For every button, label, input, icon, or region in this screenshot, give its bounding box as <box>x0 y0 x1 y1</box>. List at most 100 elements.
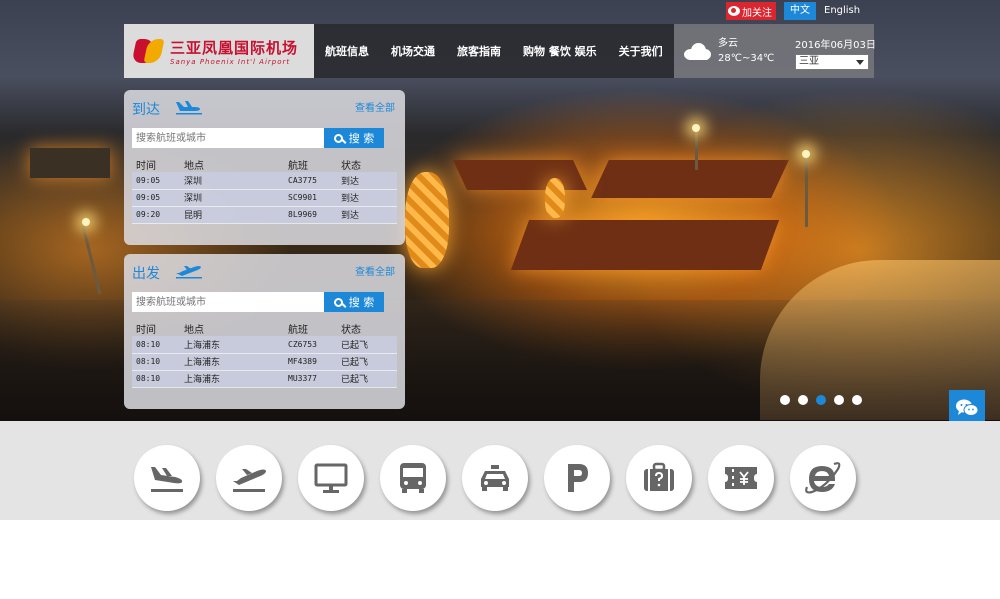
main-nav: 航班信息 机场交通 旅客指南 购物 餐饮 娱乐 关于我们 <box>314 24 674 78</box>
departures-search-button[interactable]: 搜 索 <box>324 292 384 312</box>
airport-name-en: Sanya Phoenix Int'l Airport <box>170 57 291 66</box>
carousel-dot[interactable] <box>780 395 790 405</box>
services-band <box>0 421 1000 520</box>
column-header-place: 地点 <box>184 160 204 172</box>
departures-table: 时间 地点 航班 状态 08:10 上海浦东 CZ6753 已起飞 08:10 … <box>132 320 397 388</box>
departures-search: 搜 索 <box>132 292 397 312</box>
chevron-down-icon <box>856 60 864 65</box>
column-header-place: 地点 <box>184 324 204 336</box>
flight-number: CA3775 <box>288 175 317 185</box>
arrivals-search-button[interactable]: 搜 索 <box>324 128 384 148</box>
service-taxi-button[interactable] <box>462 445 528 511</box>
flight-time: 09:20 <box>136 210 161 219</box>
hero-lamp <box>82 218 90 226</box>
arrivals-title: 到达 <box>132 102 160 118</box>
service-bus-button[interactable] <box>380 445 446 511</box>
flight-time: 09:05 <box>136 175 161 185</box>
language-chinese-link[interactable]: 中文 <box>784 2 816 20</box>
service-ticket-button[interactable] <box>708 445 774 511</box>
carousel-dot-active[interactable] <box>816 395 826 405</box>
departure-plane-icon <box>176 266 202 279</box>
service-luggage-button[interactable] <box>626 445 692 511</box>
city-select[interactable]: 三亚 <box>795 54 869 70</box>
table-row[interactable]: 08:10 上海浦东 MU3377 已起飞 <box>132 370 397 387</box>
airport-logo[interactable]: 三亚凤凰国际机场 Sanya Phoenix Int'l Airport <box>124 24 314 78</box>
nav-item-transport[interactable]: 机场交通 <box>380 43 446 59</box>
monitor-icon <box>314 463 348 493</box>
weather-temperature: 28℃~34℃ <box>718 53 775 64</box>
table-row[interactable]: 08:10 上海浦东 CZ6753 已起飞 <box>132 336 397 353</box>
arrivals-view-all-link[interactable]: 查看全部 <box>355 99 395 114</box>
parking-icon <box>568 464 588 492</box>
service-departures-button[interactable] <box>216 445 282 511</box>
date-city-widget: 2016年06月03日 三亚 <box>790 24 876 78</box>
nav-item-shopping-dining[interactable]: 购物 餐饮 娱乐 <box>512 43 608 59</box>
flight-status: 到达 <box>341 211 360 221</box>
ticket-icon <box>725 467 757 489</box>
service-online-button[interactable] <box>790 445 856 511</box>
flight-time: 08:10 <box>136 339 161 349</box>
hero-pineapple-tower <box>405 172 449 268</box>
hero-lamp <box>802 150 810 158</box>
cloud-icon <box>682 41 712 61</box>
nav-item-passenger-guide[interactable]: 旅客指南 <box>446 43 512 59</box>
flight-status: 到达 <box>341 194 360 204</box>
column-header-flight: 航班 <box>288 324 308 336</box>
nav-item-flight-info[interactable]: 航班信息 <box>314 43 380 59</box>
search-icon <box>333 297 343 307</box>
flight-number: CZ6753 <box>288 339 317 349</box>
hero-terminal-roof <box>510 220 780 270</box>
hero-pineapple-tower <box>545 178 565 218</box>
service-flight-display-button[interactable] <box>298 445 364 511</box>
hero-lamp-pole <box>81 225 102 295</box>
flight-time: 08:10 <box>136 357 161 366</box>
flight-place: 深圳 <box>184 176 203 187</box>
city-select-value: 三亚 <box>799 56 819 67</box>
flight-place: 上海浦东 <box>184 375 221 385</box>
arrivals-search: 搜 索 <box>132 128 397 148</box>
flight-status: 已起飞 <box>341 375 369 385</box>
weather-condition: 多云 <box>718 38 738 49</box>
flight-place: 昆明 <box>184 211 203 221</box>
hero-building <box>30 148 110 178</box>
flight-place: 上海浦东 <box>184 340 221 351</box>
table-row[interactable]: 09:20 昆明 8L9969 到达 <box>132 206 397 223</box>
carousel-dot[interactable] <box>852 395 862 405</box>
service-parking-button[interactable] <box>544 445 610 511</box>
phoenix-logo-icon <box>131 37 166 65</box>
carousel-dot[interactable] <box>834 395 844 405</box>
departure-plane-icon <box>233 469 266 492</box>
flight-status: 已起飞 <box>341 358 369 368</box>
flight-place: 深圳 <box>184 194 203 204</box>
table-row[interactable]: 08:10 上海浦东 MF4389 已起飞 <box>132 353 397 370</box>
weather-widget: 多云 28℃~34℃ <box>674 24 790 78</box>
flight-status: 到达 <box>341 176 360 187</box>
carousel-dots <box>780 395 870 405</box>
arrivals-search-button-label: 搜 索 <box>348 132 375 145</box>
weibo-follow-button[interactable]: 加关注 <box>726 2 776 20</box>
service-arrivals-button[interactable] <box>134 445 200 511</box>
arrival-plane-icon <box>151 467 183 492</box>
column-header-status: 状态 <box>341 324 361 336</box>
table-row[interactable]: 09:05 深圳 CA3775 到达 <box>132 172 397 189</box>
language-english-link[interactable]: English <box>824 2 860 20</box>
top-links: 加关注 中文 English <box>726 2 860 20</box>
arrival-plane-icon <box>176 101 202 115</box>
flight-time: 09:05 <box>136 193 161 202</box>
column-header-time: 时间 <box>136 324 156 336</box>
flight-number: 8L9969 <box>288 210 317 219</box>
table-row[interactable]: 09:05 深圳 SC9901 到达 <box>132 189 397 206</box>
carousel-dot[interactable] <box>798 395 808 405</box>
departures-view-all-link[interactable]: 查看全部 <box>355 263 395 278</box>
taxi-icon <box>481 465 509 491</box>
column-header-status: 状态 <box>341 160 361 172</box>
flight-number: MF4389 <box>288 357 317 366</box>
departures-panel: 出发 查看全部 搜 索 时间 地点 航班 状态 <box>124 254 405 409</box>
airport-name-cn: 三亚凤凰国际机场 <box>170 38 299 57</box>
nav-item-about-us[interactable]: 关于我们 <box>608 43 674 59</box>
weibo-follow-label: 加关注 <box>742 7 772 19</box>
arrivals-search-input[interactable] <box>132 128 324 148</box>
hero-lamp-pole <box>805 157 808 227</box>
column-header-time: 时间 <box>136 160 156 172</box>
departures-search-input[interactable] <box>132 292 324 312</box>
